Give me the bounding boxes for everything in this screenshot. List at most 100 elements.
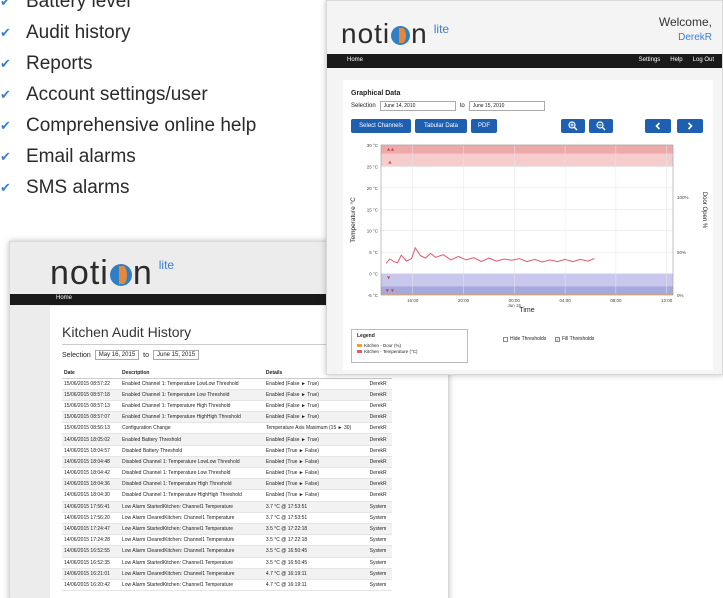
notion-lite-logo[interactable]: noti n lite (341, 18, 449, 50)
table-cell: 3.5 °C @ 17:22:18 (263, 523, 368, 536)
table-cell: Low Alarm StartedKitchen: Channel1 Tempe… (119, 501, 264, 513)
feature-item: ✔ Audit history (0, 17, 256, 48)
x-tick-label: 16:00 (407, 298, 419, 303)
table-cell: 14/06/2015 16:52:55 (62, 545, 120, 558)
user-link[interactable]: DerekR (659, 30, 712, 46)
nav-right-links: Settings Help Log Out (639, 57, 714, 63)
from-date-field[interactable]: May 16, 2015 (94, 350, 140, 360)
zoom-in-button[interactable] (561, 119, 585, 133)
graph-title: Graphical Data (351, 90, 401, 97)
feature-item: ✔ SMS alarms (0, 172, 256, 203)
chevron-left-icon (655, 122, 661, 130)
previous-button[interactable] (645, 119, 671, 133)
fill-thresholds-toggle[interactable]: ✓ Fill Thresholds (555, 336, 594, 342)
table-cell: 3.7 °C @ 17:53:51 (263, 501, 368, 513)
fill-thresholds-label: Fill Thresholds (562, 336, 595, 342)
table-cell: 3.5 °C @ 17:22:18 (263, 534, 368, 547)
next-button[interactable] (677, 119, 703, 133)
column-header[interactable]: Date (62, 369, 120, 379)
welcome-block: Welcome, DerekR (659, 14, 712, 46)
table-cell: 15/06/2015 08:57:22 (62, 378, 120, 390)
check-icon: ✔ (0, 86, 11, 102)
page-title: Kitchen Audit History (62, 324, 192, 340)
to-date-field[interactable]: June 15, 2010 (468, 101, 545, 111)
logo-text-start: noti (50, 254, 109, 292)
logo-o-icon (391, 26, 411, 45)
graphical-data-window: noti n lite Welcome, DerekR Home Settings … (326, 0, 723, 375)
table-cell: Low Alarm ClearedKitchen: Channel1 Tempe… (119, 534, 264, 547)
column-header[interactable]: Description (119, 369, 264, 379)
nav-logout-link[interactable]: Log Out (693, 57, 714, 63)
notion-lite-logo[interactable]: noti n lite (50, 254, 174, 293)
table-cell: 14/06/2015 18:04:36 (62, 478, 120, 491)
table-row: 14/06/2015 18:04:42 Disabled Channel 1: T… (62, 467, 392, 480)
hide-thresholds-label: Hide Thresholds (510, 336, 547, 342)
table-cell: DerekR (367, 422, 392, 435)
nav-help-link[interactable]: Help (670, 57, 682, 63)
temperature-series-line (385, 246, 595, 264)
tabular-data-button[interactable]: Tabular Data (415, 119, 467, 133)
table-cell: 14/06/2015 17:56:41 (62, 501, 120, 513)
table-cell: 15/06/2015 08:56:13 (62, 422, 120, 435)
table-row: 14/06/2015 18:04:48 Disabled Channel 1: T… (62, 456, 392, 469)
y-tick-label: 10 °C (367, 229, 379, 234)
to-date-field[interactable]: June 15, 2015 (153, 350, 200, 360)
zoom-in-icon (568, 121, 578, 131)
from-date-field[interactable]: June 14, 2010 (379, 101, 456, 111)
table-cell: System (367, 501, 392, 513)
plot-frame (380, 144, 674, 296)
zoom-out-button[interactable] (589, 119, 613, 133)
nav-settings-link[interactable]: Settings (639, 57, 661, 63)
table-cell: Enabled (False ► True) (263, 433, 368, 446)
hide-thresholds-checkbox[interactable] (503, 336, 508, 342)
fill-thresholds-checkbox[interactable]: ✓ (555, 336, 560, 342)
feature-item: ✔ Account settings/user (0, 79, 256, 110)
y2-tick-label: 50% (677, 250, 686, 255)
check-icon: ✔ (0, 148, 11, 164)
date-selection: Selection May 16, 2015 to June 15, 2015 (62, 350, 200, 360)
table-cell: 3.5 °C @ 16:50:45 (263, 545, 368, 558)
screenshot-stage: ✔ Battery level ✔ Audit history ✔ Reports ✔ Acc… (0, 0, 723, 598)
temperature-chart: 30 °C 25 °C 20 °C 15 °C 10 °C 5 °C 0 °C -5 °C 10… (349, 143, 707, 314)
y-tick-label: 30 °C (367, 143, 379, 148)
high-high-threshold-band (381, 145, 673, 154)
table-row: 14/06/2015 18:04:57 Disabled Battery Thre… (62, 445, 392, 457)
table-cell: Enabled Channel 1: Temperature Low Thres… (119, 389, 264, 401)
select-channels-button[interactable]: Select Channels (351, 119, 411, 133)
table-cell: Disabled Channel 1: Temperature LowLow T… (119, 456, 264, 469)
table-cell: 14/06/2015 16:52:35 (62, 557, 120, 569)
nav-home-link[interactable]: Home (56, 295, 72, 301)
feature-label: SMS alarms (26, 176, 130, 198)
logo-text-start: noti (341, 18, 391, 49)
pdf-button[interactable]: PDF (471, 119, 497, 133)
feature-label: Battery level (26, 0, 131, 12)
table-cell: Enabled (False ► True) (263, 411, 368, 424)
check-icon: ✔ (0, 179, 11, 195)
table-cell: Configuration Change (119, 422, 264, 435)
table-cell: Enabled (False ► True) (263, 400, 368, 413)
x-tick-label: 12:00 (661, 298, 673, 303)
feature-label: Reports (26, 52, 93, 74)
x-tick-label: 08:00 (610, 298, 622, 303)
table-cell: Low Alarm StartedKitchen: Channel1 Tempe… (119, 579, 264, 592)
table-cell: Enabled Channel 1: Temperature LowLow Th… (119, 378, 264, 390)
feature-item: ✔ Email alarms (0, 141, 256, 172)
table-cell: Disabled Channel 1: Temperature High Thr… (119, 478, 264, 491)
hide-thresholds-toggle[interactable]: Hide Thresholds (503, 336, 546, 342)
x-axis-label: Time (519, 307, 534, 314)
table-cell: 15/06/2015 08:57:07 (62, 411, 120, 424)
table-cell: 14/06/2015 17:24:28 (62, 534, 120, 547)
table-cell: 3.7 °C @ 17:53:51 (263, 512, 368, 524)
legend-label-door: Kitchen - Door (%) (364, 343, 402, 348)
check-icon: ✔ (0, 55, 11, 71)
zoom-out-icon (596, 121, 606, 131)
table-cell: Enabled (False ► True) (263, 378, 368, 390)
table-row: 15/06/2015 08:56:13 Configuration Change T… (62, 422, 392, 435)
nav-home-link[interactable]: Home (347, 57, 363, 63)
legend-item-door: Kitchen - Door (%) (357, 343, 462, 348)
feature-item: ✔ Comprehensive online help (0, 110, 256, 141)
table-cell: 14/06/2015 18:04:30 (62, 489, 120, 502)
table-cell: System (367, 534, 392, 547)
table-cell: Enabled (True ► False) (263, 489, 368, 502)
table-cell: DerekR (367, 411, 392, 424)
